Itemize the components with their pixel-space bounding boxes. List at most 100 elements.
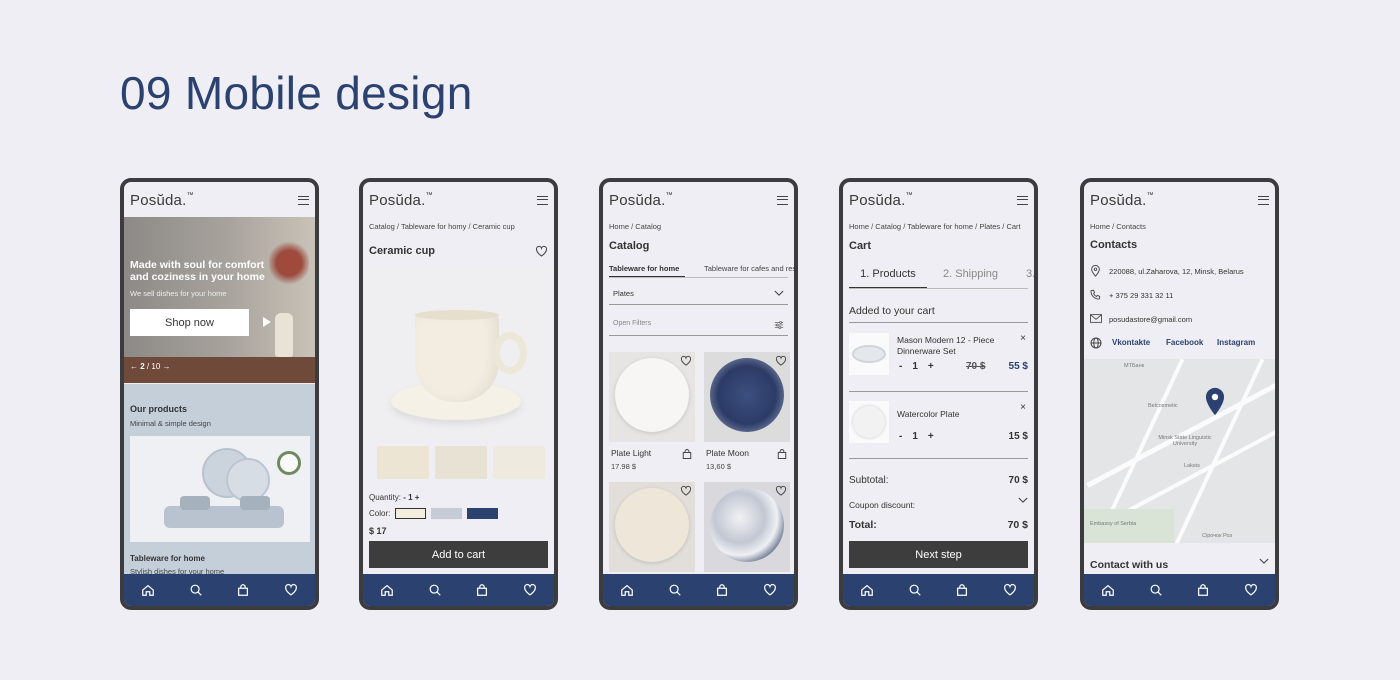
search-icon[interactable] <box>189 583 203 597</box>
coupon-toggle[interactable]: Coupon discount: <box>849 495 1028 510</box>
thumbnail[interactable] <box>377 446 429 479</box>
heart-icon[interactable] <box>680 485 692 497</box>
color-swatch-blue[interactable] <box>467 508 499 519</box>
quantity-stepper[interactable]: - 1 + <box>403 493 419 502</box>
social-instagram[interactable]: Instagram <box>1217 338 1255 347</box>
breadcrumb[interactable]: Catalog / Tableware for homy / Ceramic c… <box>369 222 515 231</box>
product-card[interactable] <box>609 352 695 442</box>
slider-counter[interactable]: ← 2 / 10 → <box>130 362 171 371</box>
thumbnail[interactable] <box>435 446 487 479</box>
home-icon[interactable] <box>620 583 634 597</box>
search-icon[interactable] <box>908 583 922 597</box>
bag-icon[interactable] <box>715 583 729 597</box>
thumbnail[interactable] <box>493 446 545 479</box>
step-products[interactable]: 1. Products <box>849 264 927 288</box>
play-icon[interactable] <box>263 317 271 327</box>
phone-catalog: Posŭda.™ Home / Catalog Catalog Tablewar… <box>599 178 798 610</box>
menu-icon[interactable] <box>537 196 548 205</box>
color-swatch-gray[interactable] <box>431 508 463 519</box>
logo[interactable]: Posŭda.™ <box>609 192 673 209</box>
contact-with-us-toggle[interactable]: Contact with us <box>1090 555 1269 571</box>
bag-icon[interactable] <box>475 583 489 597</box>
product-card-image[interactable] <box>130 436 310 542</box>
heart-icon[interactable] <box>775 485 787 497</box>
heart-icon[interactable] <box>1003 583 1017 597</box>
cart-item-image[interactable] <box>849 401 889 443</box>
plates-dropdown[interactable]: Plates <box>609 285 788 305</box>
map[interactable]: МТБанк Belcosmetic Minsk State Linguisti… <box>1084 359 1275 543</box>
remove-icon[interactable]: × <box>1020 333 1026 344</box>
breadcrumb[interactable]: Home / Catalog / Tableware for home / Pl… <box>849 222 1021 231</box>
breadcrumb[interactable]: Home / Contacts <box>1090 222 1146 231</box>
heart-icon[interactable] <box>1244 583 1258 597</box>
phone-product: Posŭda.™ Catalog / Tableware for homy / … <box>359 178 558 610</box>
phone-cart: Posŭda.™ Home / Catalog / Tableware for … <box>839 178 1038 610</box>
menu-icon[interactable] <box>298 196 309 205</box>
heart-icon[interactable] <box>535 245 548 258</box>
shop-now-button[interactable]: Shop now <box>130 309 249 336</box>
email-link[interactable]: posudastore@gmail.com <box>1109 315 1192 324</box>
menu-icon[interactable] <box>777 196 788 205</box>
filter-icon[interactable] <box>774 320 784 330</box>
filters-row[interactable]: Open Filters <box>609 316 788 336</box>
search-icon[interactable] <box>668 583 682 597</box>
map-pin-icon[interactable] <box>1204 387 1226 416</box>
phone-link[interactable]: + 375 29 331 32 11 <box>1109 291 1173 300</box>
heart-icon[interactable] <box>284 583 298 597</box>
tab-cafes[interactable]: Tableware for cafes and res <box>704 264 794 273</box>
section-title: Our products <box>130 404 188 414</box>
heart-icon[interactable] <box>775 355 787 367</box>
cart-item-name[interactable]: Watercolor Plate <box>897 409 960 419</box>
menu-icon[interactable] <box>1258 196 1269 205</box>
chevron-down-icon[interactable] <box>1259 558 1269 565</box>
cart-item-image[interactable] <box>849 333 889 375</box>
chevron-down-icon[interactable] <box>774 290 784 297</box>
product-card[interactable] <box>704 482 790 572</box>
hero-title: Made with soul for comfort and coziness … <box>130 259 265 283</box>
social-facebook[interactable]: Facebook <box>1166 338 1203 347</box>
bag-icon[interactable] <box>1196 583 1210 597</box>
remove-icon[interactable]: × <box>1020 402 1026 413</box>
arrow-right-icon[interactable]: → <box>163 362 171 371</box>
next-step-button[interactable]: Next step <box>849 541 1028 568</box>
tab-home[interactable]: Tableware for home <box>609 264 685 277</box>
heart-icon[interactable] <box>763 583 777 597</box>
bag-icon[interactable] <box>776 448 788 460</box>
cart-item-name[interactable]: Mason Modern 12 - Piece Dinnerware Set <box>897 335 997 357</box>
bag-icon[interactable] <box>236 583 250 597</box>
home-icon[interactable] <box>860 583 874 597</box>
bag-icon[interactable] <box>681 448 693 460</box>
logo[interactable]: Posŭda.™ <box>849 192 913 209</box>
home-icon[interactable] <box>380 583 394 597</box>
breadcrumb[interactable]: Home / Catalog <box>609 222 661 231</box>
product-image[interactable] <box>363 266 554 442</box>
quantity-stepper[interactable]: -1 + <box>899 361 934 372</box>
search-icon[interactable] <box>428 583 442 597</box>
products-section: Our products Minimal & simple design Tab… <box>124 384 315 576</box>
heart-icon[interactable] <box>523 583 537 597</box>
step-3[interactable]: 3. <box>1026 268 1034 280</box>
product-name[interactable]: Plate Light <box>611 448 651 458</box>
quantity-stepper[interactable]: -1 + <box>899 431 934 442</box>
product-name[interactable]: Plate Moon <box>706 448 749 458</box>
menu-icon[interactable] <box>1017 196 1028 205</box>
product-card[interactable] <box>609 482 695 572</box>
chevron-down-icon[interactable] <box>1018 497 1028 504</box>
home-icon[interactable] <box>141 583 155 597</box>
section-subtitle: Minimal & simple design <box>130 419 211 428</box>
social-vkontakte[interactable]: Vkontakte <box>1112 338 1150 347</box>
product-card[interactable] <box>704 352 790 442</box>
logo[interactable]: Posŭda.™ <box>130 192 194 209</box>
add-to-cart-button[interactable]: Add to cart <box>369 541 548 568</box>
item-price: 15 $ <box>1008 431 1028 442</box>
arrow-left-icon[interactable]: ← <box>130 362 138 371</box>
step-shipping[interactable]: 2. Shipping <box>943 268 998 280</box>
logo[interactable]: Posŭda.™ <box>369 192 433 209</box>
heart-icon[interactable] <box>680 355 692 367</box>
color-swatch-cream[interactable] <box>395 508 427 519</box>
logo[interactable]: Posŭda.™ <box>1090 192 1154 209</box>
item-price: 55 $ <box>1008 361 1028 372</box>
home-icon[interactable] <box>1101 583 1115 597</box>
bag-icon[interactable] <box>955 583 969 597</box>
search-icon[interactable] <box>1149 583 1163 597</box>
